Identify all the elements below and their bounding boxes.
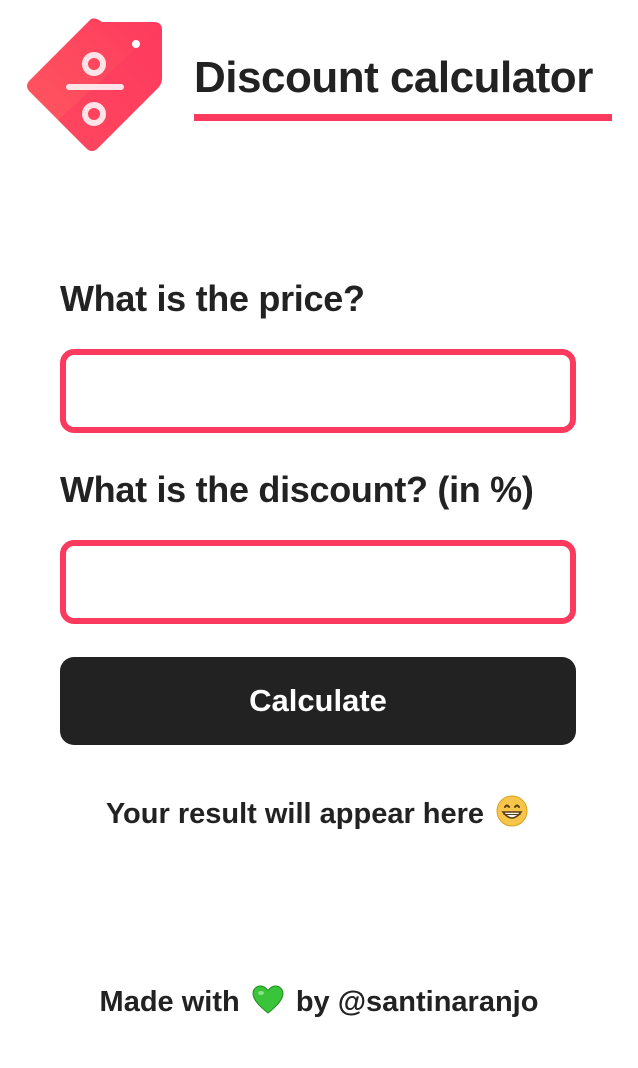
calculator-form: What is the price? What is the discount?… [60,274,576,745]
footer-by: by [295,986,330,1018]
page-title: Discount calculator [194,53,593,102]
discount-tag-icon [27,18,162,152]
price-label: What is the price? [60,278,365,319]
grinning-face-icon [496,795,528,827]
discount-input[interactable] [60,540,576,624]
footer: Made with by @santinaranjo [0,981,638,1023]
header: Discount calculator [0,0,638,170]
result-label: Your result will appear here [105,798,485,830]
calculate-button[interactable]: Calculate [60,657,576,745]
price-input[interactable] [60,349,576,433]
page: Discount calculator What is the price? W… [0,0,638,1068]
discount-label: What is the discount? (in %) [60,469,534,510]
author-link[interactable]: @santinaranjo [338,986,539,1018]
result-text: Your result will appear here [0,793,638,835]
green-heart-icon [252,985,284,1014]
title-block: Discount calculator [194,50,612,121]
footer-made-with: Made with [99,986,240,1018]
title-underline [194,114,612,121]
